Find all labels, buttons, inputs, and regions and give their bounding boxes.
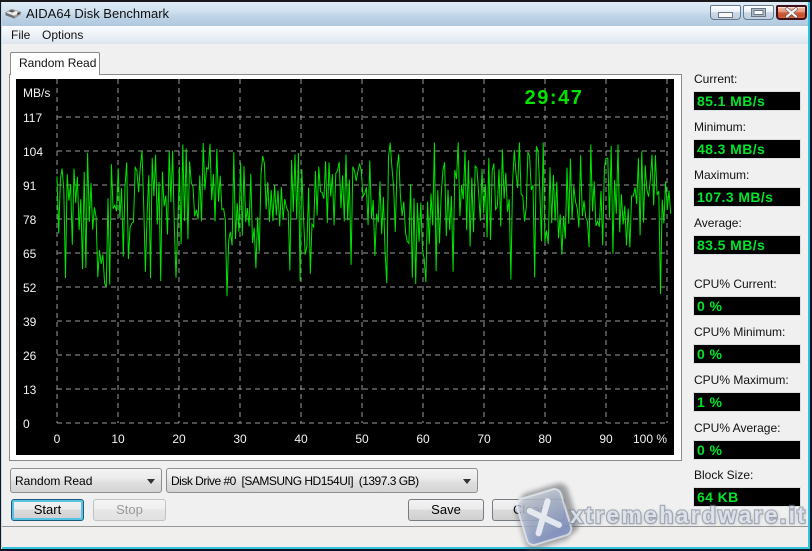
svg-text:13: 13 — [23, 383, 37, 397]
svg-text:20: 20 — [172, 432, 186, 446]
svg-text:78: 78 — [23, 213, 37, 227]
svg-text:70: 70 — [477, 432, 491, 446]
svg-text:50: 50 — [355, 432, 369, 446]
svg-text:80: 80 — [538, 432, 552, 446]
svg-text:0: 0 — [54, 432, 61, 446]
svg-text:52: 52 — [23, 281, 37, 295]
svg-text:104: 104 — [23, 145, 43, 159]
svg-text:30: 30 — [233, 432, 247, 446]
svg-text:26: 26 — [23, 349, 37, 363]
svg-text:65: 65 — [23, 247, 37, 261]
svg-text:100 %: 100 % — [633, 432, 667, 446]
svg-text:29:47: 29:47 — [525, 87, 584, 109]
svg-text:xtremehardware.it: xtremehardware.it — [570, 502, 807, 528]
svg-text:90: 90 — [599, 432, 613, 446]
svg-text:117: 117 — [23, 111, 42, 125]
svg-text:40: 40 — [294, 432, 308, 446]
svg-text:10: 10 — [111, 432, 125, 446]
svg-text:39: 39 — [23, 315, 37, 329]
svg-text:MB/s: MB/s — [23, 86, 50, 100]
svg-text:0: 0 — [23, 417, 30, 431]
svg-text:60: 60 — [416, 432, 430, 446]
svg-text:91: 91 — [23, 179, 37, 193]
